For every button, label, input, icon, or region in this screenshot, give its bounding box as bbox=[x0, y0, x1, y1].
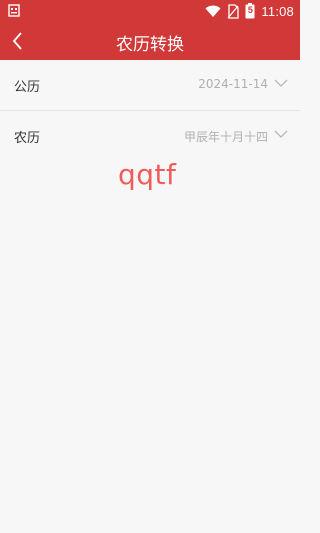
solar-date-label: 公历 bbox=[14, 80, 41, 95]
lunar-date-label: 农历 bbox=[14, 131, 41, 146]
solar-date-row[interactable]: 公历 2024-11-14 bbox=[0, 60, 300, 110]
status-time: 11:08 bbox=[261, 3, 294, 19]
battery-level: 5 bbox=[247, 5, 253, 15]
lunar-date-row[interactable]: 农历 甲辰年十月十四 bbox=[0, 111, 300, 161]
chevron-down-icon[interactable] bbox=[274, 128, 288, 140]
notification-icon bbox=[8, 4, 20, 17]
app-bar: 农历转换 bbox=[0, 22, 300, 60]
lunar-date-value[interactable]: 甲辰年十月十四 bbox=[184, 128, 268, 145]
solar-date-value[interactable]: 2024-11-14 bbox=[198, 77, 268, 91]
chevron-down-icon[interactable] bbox=[274, 77, 288, 89]
status-bar: 5 11:08 bbox=[0, 0, 300, 22]
overlay-text: qqtf bbox=[118, 158, 177, 191]
no-sim-icon bbox=[227, 3, 240, 19]
wifi-icon bbox=[205, 5, 221, 17]
battery-icon: 5 bbox=[245, 3, 255, 19]
page-title: 农历转换 bbox=[116, 35, 184, 55]
